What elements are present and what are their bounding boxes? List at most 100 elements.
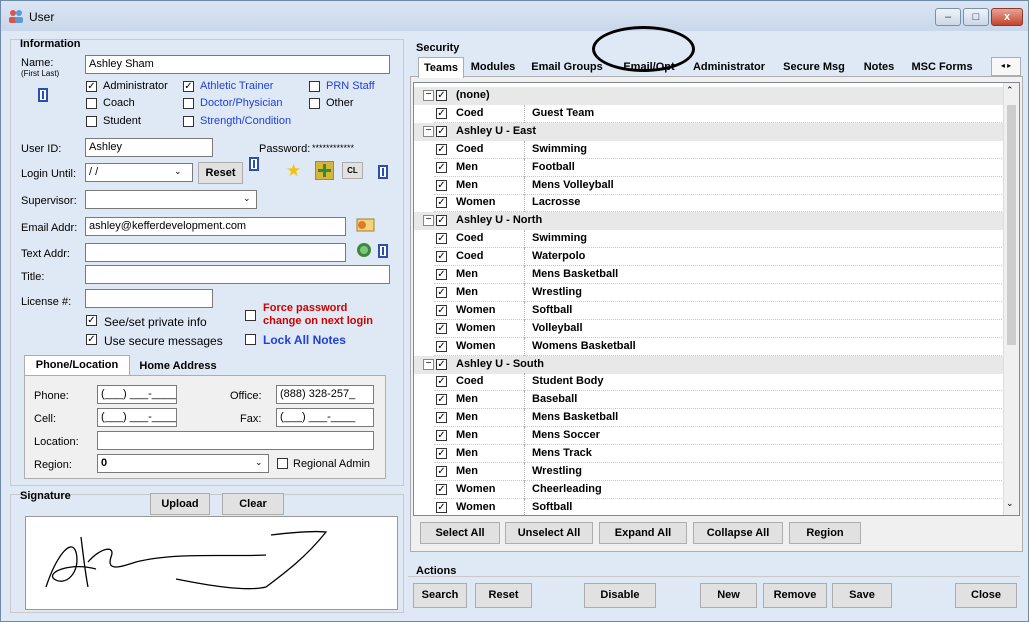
chevron-down-icon[interactable]: ⌄ bbox=[255, 457, 263, 468]
team-checkbox[interactable]: ✓ bbox=[436, 161, 447, 173]
team-row[interactable]: ✓ Men Mens Soccer bbox=[414, 427, 1004, 446]
info-book-icon[interactable] bbox=[37, 88, 49, 102]
team-checkbox[interactable]: ✓ bbox=[436, 465, 447, 477]
team-checkbox[interactable]: ✓ bbox=[436, 376, 447, 388]
chevron-up-icon[interactable]: ⌃ bbox=[1006, 85, 1014, 96]
team-checkbox[interactable]: ✓ bbox=[436, 286, 447, 298]
team-group-row[interactable]: ✓ − (none) bbox=[414, 87, 1004, 105]
minimize-button[interactable]: – bbox=[935, 8, 961, 26]
collapse-toggle-icon[interactable]: − bbox=[423, 90, 434, 101]
team-checkbox[interactable]: ✓ bbox=[436, 233, 447, 245]
reset-login-button[interactable]: Reset bbox=[198, 162, 243, 184]
title-input[interactable] bbox=[85, 265, 390, 284]
info-book-icon[interactable] bbox=[377, 244, 389, 258]
doctor-checkbox[interactable] bbox=[183, 98, 194, 109]
add-icon[interactable] bbox=[315, 161, 334, 180]
collapse-toggle-icon[interactable]: − bbox=[423, 215, 434, 227]
team-checkbox[interactable]: ✓ bbox=[436, 412, 447, 424]
info-book-icon[interactable] bbox=[248, 157, 260, 171]
prn-staff-checkbox[interactable] bbox=[309, 81, 320, 92]
team-row[interactable]: ✓ Men Wrestling bbox=[414, 283, 1004, 302]
team-row[interactable]: ✓ Women Volleyball bbox=[414, 319, 1004, 338]
team-row[interactable]: ✓ Men Mens Volleyball bbox=[414, 176, 1004, 195]
team-row[interactable]: ✓ Men Football bbox=[414, 158, 1004, 177]
team-checkbox[interactable]: ✓ bbox=[436, 90, 447, 101]
collapse-toggle-icon[interactable]: − bbox=[423, 358, 434, 370]
coach-checkbox[interactable] bbox=[86, 98, 97, 109]
cl-button[interactable]: CL bbox=[342, 162, 363, 179]
collapse-all-button[interactable]: Collapse All bbox=[693, 522, 783, 544]
team-checkbox[interactable]: ✓ bbox=[436, 107, 447, 119]
lock-notes-checkbox[interactable] bbox=[245, 334, 256, 345]
strength-checkbox[interactable] bbox=[183, 116, 194, 127]
team-checkbox[interactable]: ✓ bbox=[436, 143, 447, 155]
supervisor-select[interactable] bbox=[85, 190, 257, 209]
team-row[interactable]: ✓ Women Lacrosse bbox=[414, 194, 1004, 213]
team-checkbox[interactable]: ✓ bbox=[436, 269, 447, 280]
administrator-checkbox[interactable]: ✓ bbox=[86, 81, 97, 92]
team-row[interactable]: ✓ Women Softball bbox=[414, 498, 1004, 515]
save-button[interactable]: Save bbox=[832, 583, 892, 608]
team-checkbox[interactable]: ✓ bbox=[436, 448, 447, 459]
select-all-button[interactable]: Select All bbox=[420, 522, 500, 544]
chevron-down-icon[interactable]: ⌄ bbox=[243, 193, 251, 204]
maximize-button[interactable]: □ bbox=[963, 8, 989, 26]
clear-signature-button[interactable]: Clear bbox=[222, 493, 284, 515]
chevron-down-icon[interactable]: ⌄ bbox=[174, 166, 182, 177]
tab-modules[interactable]: Modules bbox=[465, 57, 521, 77]
name-input[interactable]: Ashley Sham bbox=[85, 55, 390, 74]
text-addr-input[interactable] bbox=[85, 243, 346, 262]
regional-admin-checkbox[interactable] bbox=[277, 458, 288, 469]
new-button[interactable]: New bbox=[700, 583, 757, 608]
team-row[interactable]: ✓ Women Cheerleading bbox=[414, 480, 1004, 499]
scrollbar[interactable]: ⌃ ⌄ bbox=[1003, 83, 1019, 515]
tab-home-address[interactable]: Home Address bbox=[130, 357, 226, 375]
team-checkbox[interactable]: ✓ bbox=[436, 125, 447, 137]
team-checkbox[interactable]: ✓ bbox=[436, 197, 447, 209]
team-checkbox[interactable]: ✓ bbox=[436, 179, 447, 191]
team-row[interactable]: ✓ Men Mens Basketball bbox=[414, 266, 1004, 284]
email-icon[interactable] bbox=[354, 213, 378, 235]
team-checkbox[interactable]: ✓ bbox=[436, 483, 447, 495]
tab-administrator[interactable]: Administrator bbox=[688, 57, 770, 77]
team-row[interactable]: ✓ Coed Guest Team bbox=[414, 104, 1004, 123]
team-checkbox[interactable]: ✓ bbox=[436, 340, 447, 352]
tab-msc-forms[interactable]: MSC Forms bbox=[909, 57, 975, 77]
close-window-button[interactable]: x bbox=[991, 8, 1023, 26]
team-row[interactable]: ✓ Coed Swimming bbox=[414, 230, 1004, 249]
team-row[interactable]: ✓ Women Womens Basketball bbox=[414, 337, 1004, 356]
team-checkbox[interactable]: ✓ bbox=[436, 322, 447, 334]
team-checkbox[interactable]: ✓ bbox=[436, 501, 447, 513]
force-password-checkbox[interactable] bbox=[245, 310, 256, 321]
tab-notes[interactable]: Notes bbox=[858, 57, 900, 77]
unselect-all-button[interactable]: Unselect All bbox=[505, 522, 593, 544]
star-icon[interactable]: ★ bbox=[286, 161, 301, 181]
teams-grid[interactable]: ✓ − (none) ✓ Coed Guest Team ✓ − Ashley U - East… bbox=[413, 82, 1020, 516]
region-button[interactable]: Region bbox=[789, 522, 861, 544]
office-input[interactable]: (888) 328-257_ bbox=[276, 385, 374, 404]
reset-button[interactable]: Reset bbox=[475, 583, 532, 608]
see-private-checkbox[interactable]: ✓ bbox=[86, 315, 97, 326]
athletic-trainer-checkbox[interactable]: ✓ bbox=[183, 81, 194, 92]
team-row[interactable]: ✓ Men Mens Basketball bbox=[414, 409, 1004, 428]
license-input[interactable] bbox=[85, 289, 213, 308]
globe-icon[interactable] bbox=[355, 241, 375, 259]
tab-teams[interactable]: Teams bbox=[418, 57, 464, 78]
team-row[interactable]: ✓ Coed Swimming bbox=[414, 140, 1004, 159]
fax-input[interactable]: (___) ___-____ bbox=[276, 408, 374, 427]
close-button[interactable]: Close bbox=[955, 583, 1017, 608]
team-group-row[interactable]: ✓ − Ashley U - North bbox=[414, 212, 1004, 231]
remove-button[interactable]: Remove bbox=[763, 583, 827, 608]
team-row[interactable]: ✓ Men Baseball bbox=[414, 391, 1004, 410]
team-checkbox[interactable]: ✓ bbox=[436, 394, 447, 406]
other-checkbox[interactable] bbox=[309, 98, 320, 109]
upload-button[interactable]: Upload bbox=[150, 493, 210, 515]
collapse-toggle-icon[interactable]: − bbox=[423, 125, 434, 137]
tab-phone-location[interactable]: Phone/Location bbox=[24, 355, 130, 376]
use-secure-checkbox[interactable]: ✓ bbox=[86, 334, 97, 345]
tab-scroll-arrows[interactable]: ◂ ▸ bbox=[991, 57, 1021, 76]
disable-button[interactable]: Disable bbox=[584, 583, 656, 608]
team-group-row[interactable]: ✓ − Ashley U - South bbox=[414, 355, 1004, 374]
team-row[interactable]: ✓ Men Wrestling bbox=[414, 462, 1004, 481]
userid-input[interactable]: Ashley bbox=[85, 138, 213, 157]
